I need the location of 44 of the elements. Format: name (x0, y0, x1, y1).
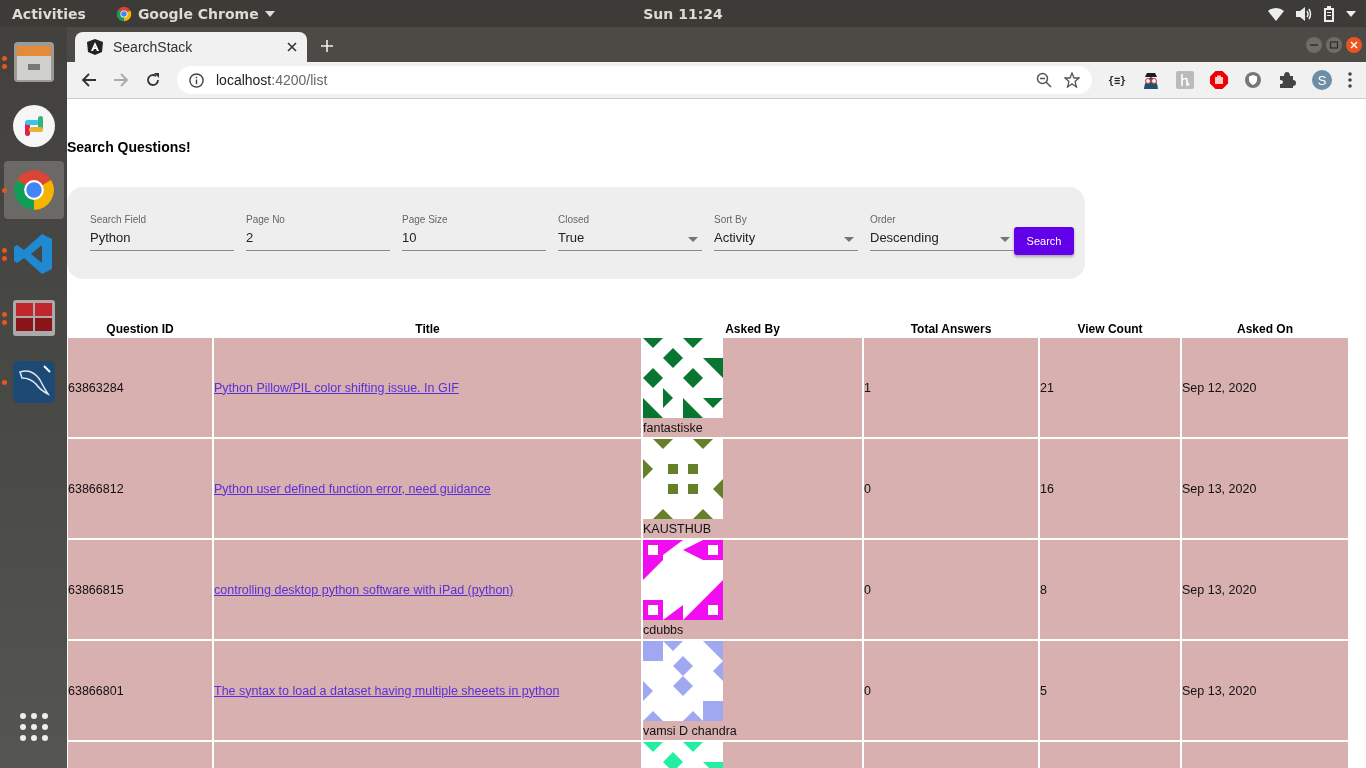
form-field[interactable]: Page Size 10 (402, 214, 546, 251)
column-header: Question ID (105, 321, 175, 336)
clock[interactable]: Sun 11:24 (643, 5, 723, 22)
table-cell: 0 (864, 439, 1038, 538)
table-cell: 63866815 (68, 540, 212, 639)
table-cell: Sep 12, 2020 (1182, 338, 1348, 437)
question-link[interactable]: The syntax to load a dataset having multiple sheeets in python (214, 683, 560, 698)
question-link[interactable]: Python Pillow/PIL color shifting issue. In GIF (214, 380, 459, 395)
table-cell: 63866801 (68, 641, 212, 740)
table-cell: 63866812 (68, 439, 212, 538)
question-link[interactable]: controlling desktop python software with iPad (python) (214, 582, 514, 597)
table-cell: 16 (1040, 439, 1180, 538)
table-cell: Sep 13, 2020 (1182, 439, 1348, 538)
app-menu[interactable]: Google Chrome (137, 5, 259, 22)
column-header: Asked On (1236, 321, 1294, 336)
column-header: Asked By (724, 321, 781, 336)
address-bar[interactable]: localhost:4200/list (177, 66, 1092, 94)
form-field[interactable]: Search Field Python (90, 214, 234, 251)
column-header: View Count (1076, 321, 1144, 336)
form-field[interactable]: Closed True (558, 214, 702, 251)
table-cell: 0 (864, 641, 1038, 740)
table-cell: Sep 13, 2020 (1182, 540, 1348, 639)
table-cell: 1 (864, 338, 1038, 437)
json-extension-button[interactable]: {≡} (1107, 74, 1126, 86)
page-heading: Search Questions! (67, 139, 192, 155)
table-cell: 8 (1040, 540, 1180, 639)
username: cdubbs (643, 623, 685, 637)
search-button[interactable]: Search (1014, 227, 1074, 255)
table-cell: Sep 13, 2020 (1182, 641, 1348, 740)
table-cell: 21 (1040, 338, 1180, 437)
form-field[interactable]: Page No 2 (246, 214, 390, 251)
activities-button[interactable]: Activities (12, 5, 86, 22)
url-text[interactable]: localhost:4200/list (216, 72, 328, 88)
form-field[interactable]: Sort By Activity (714, 214, 858, 251)
table-cell: 0 (864, 540, 1038, 639)
column-header: Total Answers (909, 321, 993, 336)
table-cell: 63863284 (68, 338, 212, 437)
column-header: Title (414, 321, 441, 336)
username: KAUSTHUB (643, 522, 713, 536)
username: fantastiske (643, 421, 704, 435)
question-link[interactable]: Python user defined function error, need guidance (214, 481, 491, 496)
browser-tab[interactable]: SearchStack (75, 32, 307, 62)
username: vamsi D chandra (643, 724, 738, 738)
table-cell: 5 (1040, 641, 1180, 740)
